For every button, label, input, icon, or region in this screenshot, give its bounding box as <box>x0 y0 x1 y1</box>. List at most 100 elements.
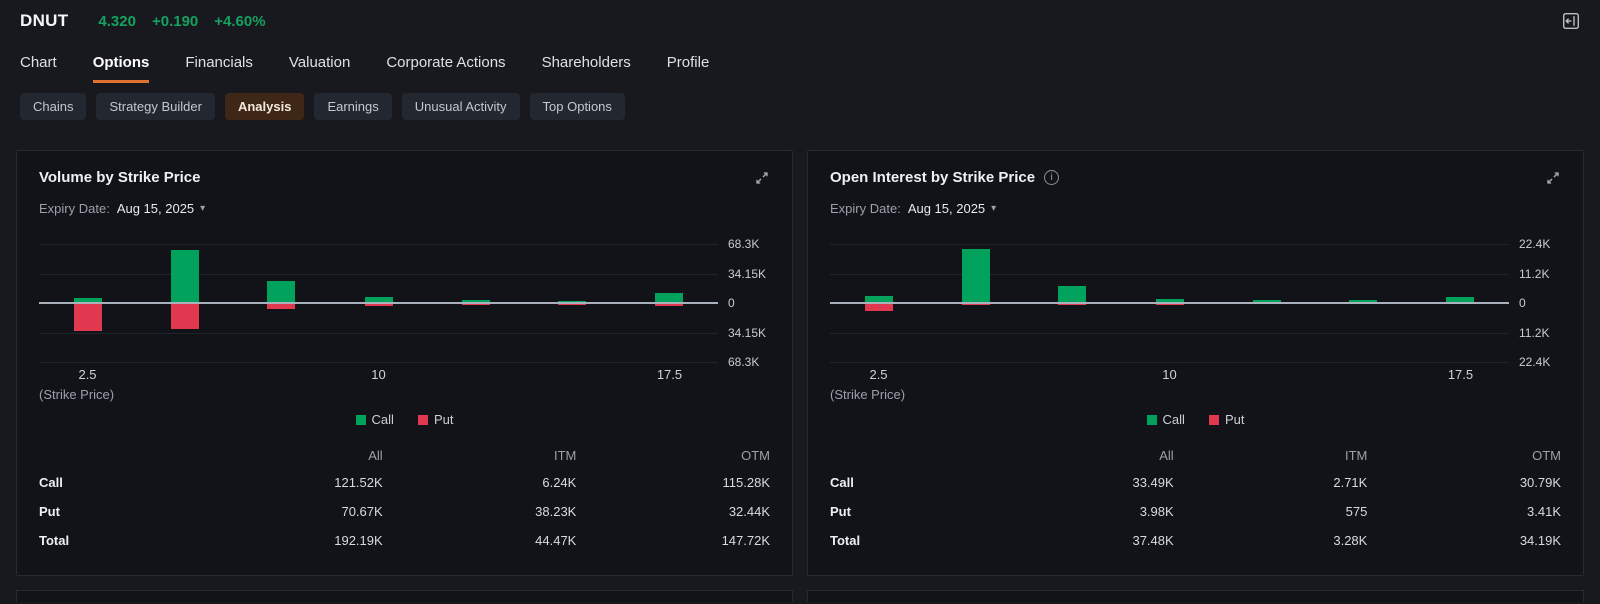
subtab-strategy-builder[interactable]: Strategy Builder <box>96 93 215 120</box>
volume-summary-table: All ITM OTM Call 121.52K 6.24K 115.28K P… <box>39 443 770 555</box>
gridline <box>39 244 718 245</box>
y-axis: 68.3K 34.15K 0 34.15K 68.3K <box>718 237 770 369</box>
tab-financials[interactable]: Financials <box>185 54 253 83</box>
x-axis-tick: 2.5 <box>869 367 888 382</box>
row-label: Call <box>39 475 63 490</box>
tab-profile[interactable]: Profile <box>667 54 710 83</box>
y-axis-tick: 68.3K <box>728 355 760 369</box>
legend-item-call[interactable]: Call <box>355 412 394 427</box>
main-nav: Chart Options Financials Valuation Corpo… <box>0 54 1600 83</box>
panel-title: Volume by Strike Price <box>39 169 201 186</box>
gridline <box>830 362 1509 363</box>
tab-shareholders[interactable]: Shareholders <box>542 54 631 83</box>
subtab-top-options[interactable]: Top Options <box>529 93 625 120</box>
info-icon[interactable]: i <box>1044 170 1060 185</box>
legend-label: Call <box>1162 412 1185 427</box>
analysis-content: Volume by Strike Price Expiry Date: Aug … <box>0 150 1600 576</box>
row-label: Put <box>830 504 851 519</box>
legend-item-put[interactable]: Put <box>1208 412 1244 427</box>
cell-itm: 575 <box>1345 504 1368 519</box>
legend-label: Put <box>433 412 454 427</box>
gridline <box>39 273 718 275</box>
open-interest-summary-table: All ITM OTM Call 33.49K 2.71K 30.79K Put… <box>830 443 1561 555</box>
y-axis-tick: 22.4K <box>1519 237 1551 251</box>
subtab-unusual-activity[interactable]: Unusual Activity <box>401 93 520 120</box>
chart-legend: Call Put <box>39 412 770 427</box>
x-axis-tick: 17.5 <box>1447 367 1474 382</box>
subtab-analysis[interactable]: Analysis <box>224 93 305 120</box>
y-axis-tick: 22.4K <box>1519 355 1551 369</box>
zero-axis-line <box>830 302 1509 304</box>
y-axis-tick: 34.15K <box>728 325 767 340</box>
volume-chart: 2.5 10 17.5 (Strike Price) 68.3K 34.15K 0 34.… <box>39 237 770 402</box>
cell-otm: 32.44K <box>728 504 771 519</box>
expiry-date-select[interactable]: Aug 15, 2025 <box>117 201 194 216</box>
gridline <box>830 332 1509 334</box>
cell-itm: 38.23K <box>535 504 577 519</box>
expand-icon[interactable] <box>1545 170 1561 186</box>
y-axis-tick: 0 <box>1519 296 1526 310</box>
chevron-down-icon: ▾ <box>200 203 206 214</box>
legend-item-put[interactable]: Put <box>417 412 454 427</box>
cell-all: 192.19K <box>334 533 383 548</box>
y-axis-tick: 68.3K <box>728 237 760 251</box>
tab-valuation[interactable]: Valuation <box>289 54 350 83</box>
table-row: Call 33.49K 2.71K 30.79K <box>830 468 1561 497</box>
subtab-chains[interactable]: Chains <box>20 93 87 120</box>
chart-legend: Call Put <box>830 412 1561 427</box>
x-axis: 2.5 10 17.5 <box>830 367 1509 384</box>
row-label: Put <box>39 504 60 519</box>
gridline <box>39 332 718 334</box>
cell-otm: 34.19K <box>1519 533 1562 548</box>
call-bar <box>961 249 990 303</box>
cell-all: 70.67K <box>341 504 383 519</box>
table-row: Call 121.52K 6.24K 115.28K <box>39 468 770 497</box>
legend-swatch <box>1208 414 1219 425</box>
x-axis-tick: 2.5 <box>78 367 97 382</box>
x-axis-tick: 10 <box>371 367 386 382</box>
last-price: 4.320 <box>98 12 136 30</box>
tab-corporate-actions[interactable]: Corporate Actions <box>386 54 505 83</box>
table-row: Total 192.19K 44.47K 147.72K <box>39 526 770 555</box>
x-axis-tick: 17.5 <box>656 367 683 382</box>
tab-chart[interactable]: Chart <box>20 54 57 83</box>
gridline <box>830 244 1509 245</box>
x-axis-tick: 10 <box>1162 367 1177 382</box>
expiry-date-label: Expiry Date: <box>39 201 110 216</box>
x-axis-caption: (Strike Price) <box>39 387 115 402</box>
chevron-down-icon: ▾ <box>991 203 997 214</box>
row-label: Total <box>39 533 70 548</box>
expand-icon[interactable] <box>754 170 770 186</box>
x-axis-caption: (Strike Price) <box>830 387 906 402</box>
bar-plot <box>39 244 718 363</box>
table-row: Total 37.48K 3.28K 34.19K <box>830 526 1561 555</box>
open-interest-chart: 2.5 10 17.5 (Strike Price) 22.4K 11.2K 0 11.2… <box>830 237 1561 402</box>
col-header-itm: ITM <box>553 448 577 463</box>
put-bar <box>170 303 199 330</box>
row-label: Call <box>830 475 854 490</box>
tab-options[interactable]: Options <box>92 54 150 83</box>
cell-itm: 44.47K <box>535 533 577 548</box>
row-label: Total <box>830 533 861 548</box>
y-axis-tick: 11.2K <box>1519 266 1550 281</box>
call-bar <box>267 280 296 303</box>
put-bar <box>864 303 893 311</box>
legend-label: Call <box>371 412 394 427</box>
legend-swatch <box>355 414 366 425</box>
next-panels-preview <box>0 590 1600 602</box>
subtab-earnings[interactable]: Earnings <box>314 93 392 120</box>
cell-itm: 6.24K <box>542 475 577 490</box>
col-header-itm: ITM <box>1344 448 1368 463</box>
cell-otm: 147.72K <box>721 533 771 548</box>
quote-group: 4.320 +0.190 +4.60% <box>98 13 265 30</box>
collapse-panel-icon[interactable] <box>1562 12 1580 30</box>
y-axis-tick: 34.15K <box>728 266 767 281</box>
call-bar <box>1058 286 1087 303</box>
legend-item-call[interactable]: Call <box>1146 412 1185 427</box>
cell-otm: 115.28K <box>722 475 771 490</box>
options-subtabs: Chains Strategy Builder Analysis Earning… <box>0 93 1600 120</box>
panel-title: Open Interest by Strike Price <box>830 169 1036 186</box>
ticker-symbol: DNUT <box>20 11 69 30</box>
col-header-all: All <box>368 448 383 463</box>
expiry-date-select[interactable]: Aug 15, 2025 <box>908 201 985 216</box>
